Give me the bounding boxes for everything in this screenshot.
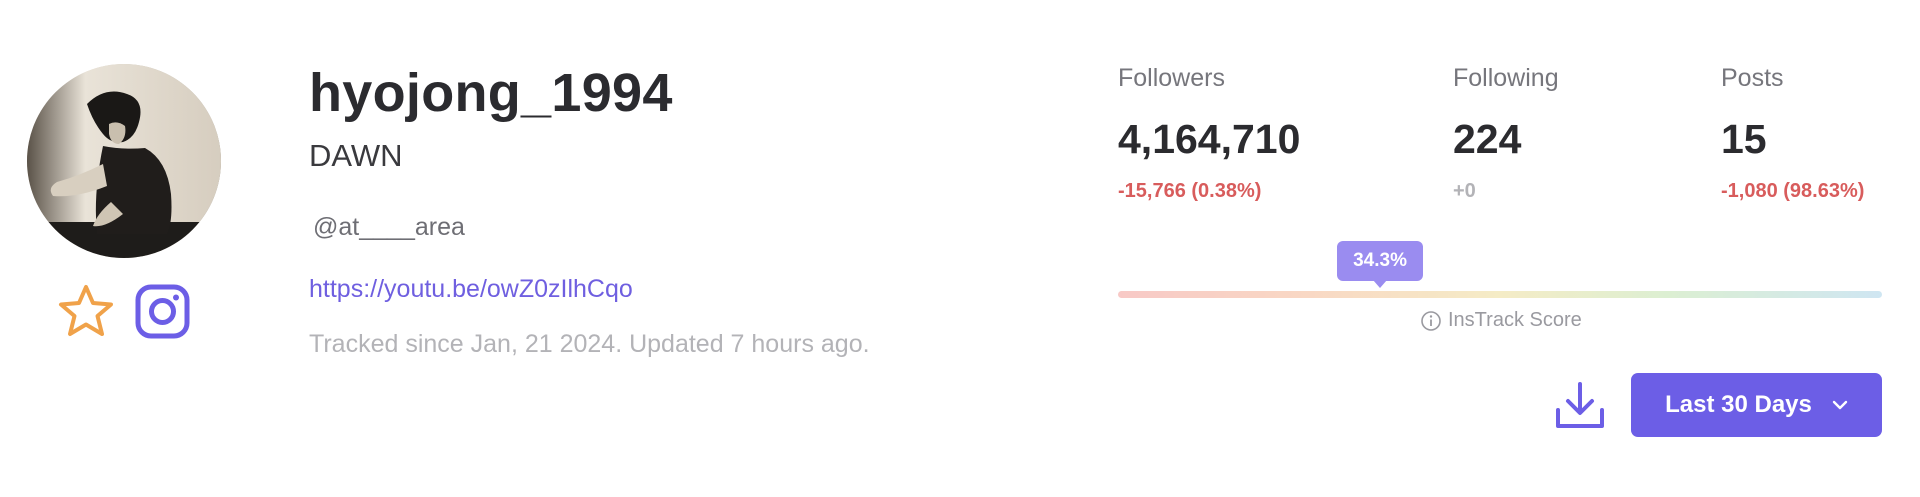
followers-change: -15,766 (0.38%) bbox=[1118, 180, 1262, 202]
posts-label: Posts bbox=[1721, 64, 1784, 92]
tracking-status: Tracked since Jan, 21 2024. Updated 7 ho… bbox=[309, 330, 870, 358]
period-label: Last 30 Days bbox=[1665, 391, 1812, 418]
star-icon[interactable] bbox=[57, 283, 115, 339]
following-count: 224 bbox=[1453, 116, 1522, 162]
followers-label: Followers bbox=[1118, 64, 1225, 92]
score-label: InsTrack Score bbox=[1420, 309, 1582, 332]
info-icon[interactable] bbox=[1420, 310, 1442, 332]
following-label: Following bbox=[1453, 64, 1559, 92]
period-select-button[interactable]: Last 30 Days bbox=[1631, 373, 1882, 437]
download-icon[interactable] bbox=[1553, 378, 1607, 432]
posts-count: 15 bbox=[1721, 116, 1767, 162]
score-value-badge: 34.3% bbox=[1337, 241, 1424, 288]
following-change: +0 bbox=[1453, 180, 1476, 202]
instagram-icon[interactable] bbox=[135, 284, 190, 339]
profile-avatar bbox=[27, 64, 221, 258]
followers-count: 4,164,710 bbox=[1118, 116, 1301, 162]
score-bar bbox=[1118, 291, 1882, 298]
profile-bio: @at____area bbox=[313, 213, 465, 241]
chevron-down-icon bbox=[1832, 400, 1848, 410]
avatar-photo bbox=[27, 64, 221, 258]
profile-link[interactable]: https://youtu.be/owZ0zIlhCqo bbox=[309, 275, 633, 304]
profile-full-name: DAWN bbox=[309, 138, 403, 173]
posts-change: -1,080 (98.63%) bbox=[1721, 180, 1865, 202]
profile-username: hyojong_1994 bbox=[309, 63, 673, 123]
score-label-text: InsTrack Score bbox=[1448, 309, 1582, 331]
